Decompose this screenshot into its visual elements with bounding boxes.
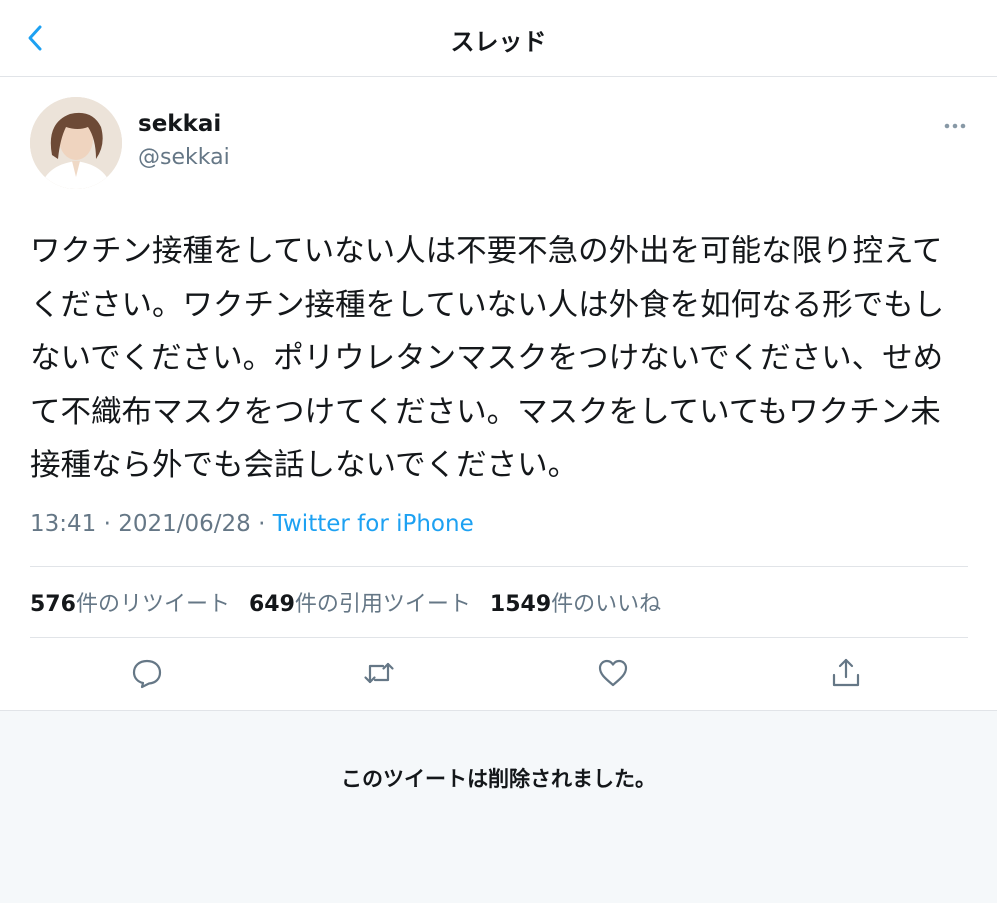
quotes-stat[interactable]: 649件の引用ツイート	[249, 592, 471, 617]
likes-count: 1549	[489, 592, 552, 617]
avatar[interactable]	[30, 97, 122, 189]
retweet-button[interactable]	[362, 656, 396, 690]
share-icon	[832, 658, 860, 687]
tweet-source-link[interactable]: Twitter for iPhone	[273, 511, 474, 537]
tweet-meta: 13:41 · 2021/06/28 · Twitter for iPhone	[30, 511, 474, 537]
author-display-name[interactable]: sekkai	[138, 111, 221, 137]
tweet-date: 2021/06/28	[118, 511, 251, 537]
deleted-tweet-notice: このツイートは削除されました。	[341, 767, 656, 791]
deleted-tweet-placeholder: このツイートは削除されました。	[0, 710, 997, 903]
profile-photo	[30, 97, 122, 189]
reply-icon	[132, 659, 162, 689]
retweets-stat[interactable]: 576件のリツイート	[30, 592, 230, 617]
likes-stat[interactable]: 1549件のいいね	[490, 592, 661, 617]
heart-icon	[598, 659, 628, 687]
reply-button[interactable]	[130, 656, 164, 690]
tweet-stats: 576件のリツイート 649件の引用ツイート 1549件のいいね	[30, 586, 673, 618]
quotes-count: 649	[248, 592, 295, 617]
navigation-header: スレッド	[0, 0, 997, 77]
divider	[30, 566, 968, 567]
retweet-icon	[364, 662, 394, 684]
share-button[interactable]	[829, 656, 863, 690]
tweet-time: 13:41	[30, 511, 97, 537]
more-icon	[944, 123, 966, 129]
meta-separator: ·	[258, 511, 266, 537]
likes-label: 件のいいね	[551, 592, 662, 617]
author-handle[interactable]: @sekkai	[138, 145, 230, 170]
quotes-label: 件の引用ツイート	[294, 592, 471, 617]
like-button[interactable]	[596, 656, 630, 690]
tweet-text: ワクチン接種をしていない人は不要不急の外出を可能な限り控えてください。ワクチン接…	[30, 234, 945, 483]
divider	[30, 637, 968, 638]
more-options-button[interactable]	[942, 118, 968, 134]
meta-separator: ·	[103, 511, 111, 537]
page-title: スレッド	[450, 28, 547, 56]
retweets-label: 件のリツイート	[75, 592, 230, 617]
retweets-count: 576	[30, 592, 76, 617]
